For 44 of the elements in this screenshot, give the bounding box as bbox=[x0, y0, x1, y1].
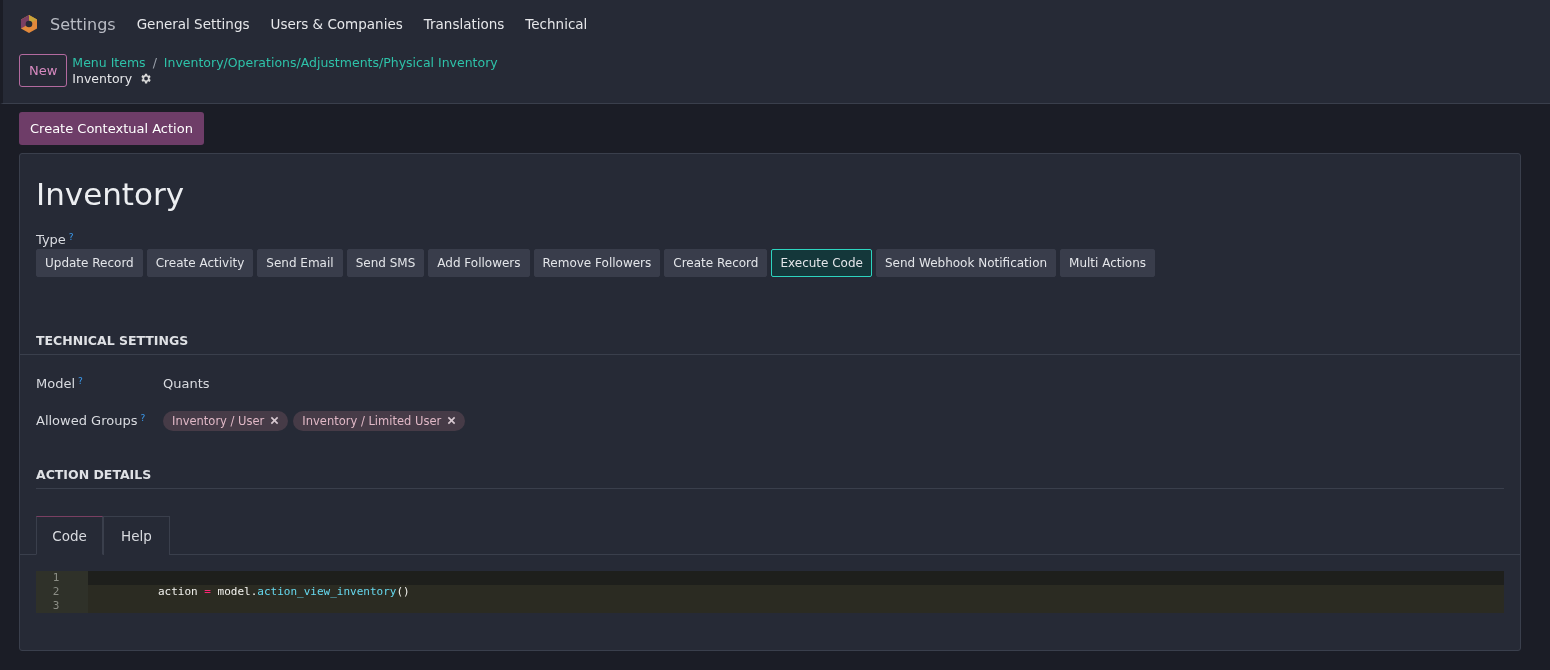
type-option[interactable]: Add Followers bbox=[428, 249, 530, 277]
settings-icon[interactable] bbox=[139, 72, 153, 85]
new-button[interactable]: New bbox=[19, 54, 68, 87]
app-name[interactable]: Settings bbox=[50, 14, 116, 34]
model-value: Quants bbox=[163, 376, 210, 391]
menu-item[interactable]: Translations bbox=[423, 16, 505, 32]
menu-item[interactable]: Users & Companies bbox=[270, 16, 403, 32]
tag-label: Inventory / Limited User bbox=[302, 413, 442, 428]
type-option[interactable]: Execute Code bbox=[771, 249, 872, 277]
help-tooltip-mark[interactable]: ? bbox=[68, 232, 74, 247]
breadcrumb-separator: / bbox=[152, 55, 157, 70]
section-heading: TECHNICAL SETTINGS bbox=[20, 333, 1520, 355]
line-number: 2 bbox=[36, 585, 88, 599]
type-option[interactable]: Send Email bbox=[257, 249, 343, 277]
line-number: 3 bbox=[36, 599, 88, 613]
type-option[interactable]: Send Webhook Notification bbox=[875, 249, 1057, 277]
field-label: Type bbox=[36, 232, 66, 247]
notebook-tab[interactable]: Help bbox=[103, 516, 170, 555]
notebook-tab[interactable]: Code bbox=[36, 516, 103, 555]
tag-label: Inventory / User bbox=[172, 413, 265, 428]
type-option[interactable]: Create Activity bbox=[146, 249, 254, 277]
type-option[interactable]: Update Record bbox=[36, 249, 143, 277]
field-label: Allowed Groups bbox=[36, 413, 138, 428]
menu-item[interactable]: Technical bbox=[525, 16, 588, 32]
code-line: action = model.action_view_inventory() bbox=[157, 585, 410, 599]
menu-item[interactable]: General Settings bbox=[136, 16, 250, 32]
type-option[interactable]: Multi Actions bbox=[1060, 249, 1156, 277]
help-tooltip-mark[interactable]: ? bbox=[78, 376, 83, 391]
field-label: Model bbox=[36, 376, 76, 391]
type-option[interactable]: Send SMS bbox=[346, 249, 425, 277]
code-editor[interactable]: 1 2 action = model.action_view_inventory() 3 bbox=[36, 571, 1504, 613]
breadcrumb-link[interactable]: Menu Items bbox=[72, 55, 146, 70]
create-contextual-action-button[interactable]: Create Contextual Action bbox=[19, 112, 204, 145]
record-title: Inventory bbox=[36, 176, 186, 212]
remove-icon[interactable] bbox=[447, 416, 457, 425]
type-option[interactable]: Remove Followers bbox=[533, 249, 661, 277]
section-heading: ACTION DETAILS bbox=[36, 467, 1504, 489]
type-option[interactable]: Create Record bbox=[664, 249, 768, 277]
line-number: 1 bbox=[36, 571, 88, 585]
app-logo-icon[interactable] bbox=[19, 13, 39, 35]
help-tooltip-mark[interactable]: ? bbox=[140, 413, 146, 428]
remove-icon[interactable] bbox=[270, 416, 280, 425]
breadcrumb-link[interactable]: Inventory/Operations/Adjustments/Physical Inventory bbox=[163, 55, 498, 70]
current-record-title: Inventory bbox=[72, 71, 133, 86]
